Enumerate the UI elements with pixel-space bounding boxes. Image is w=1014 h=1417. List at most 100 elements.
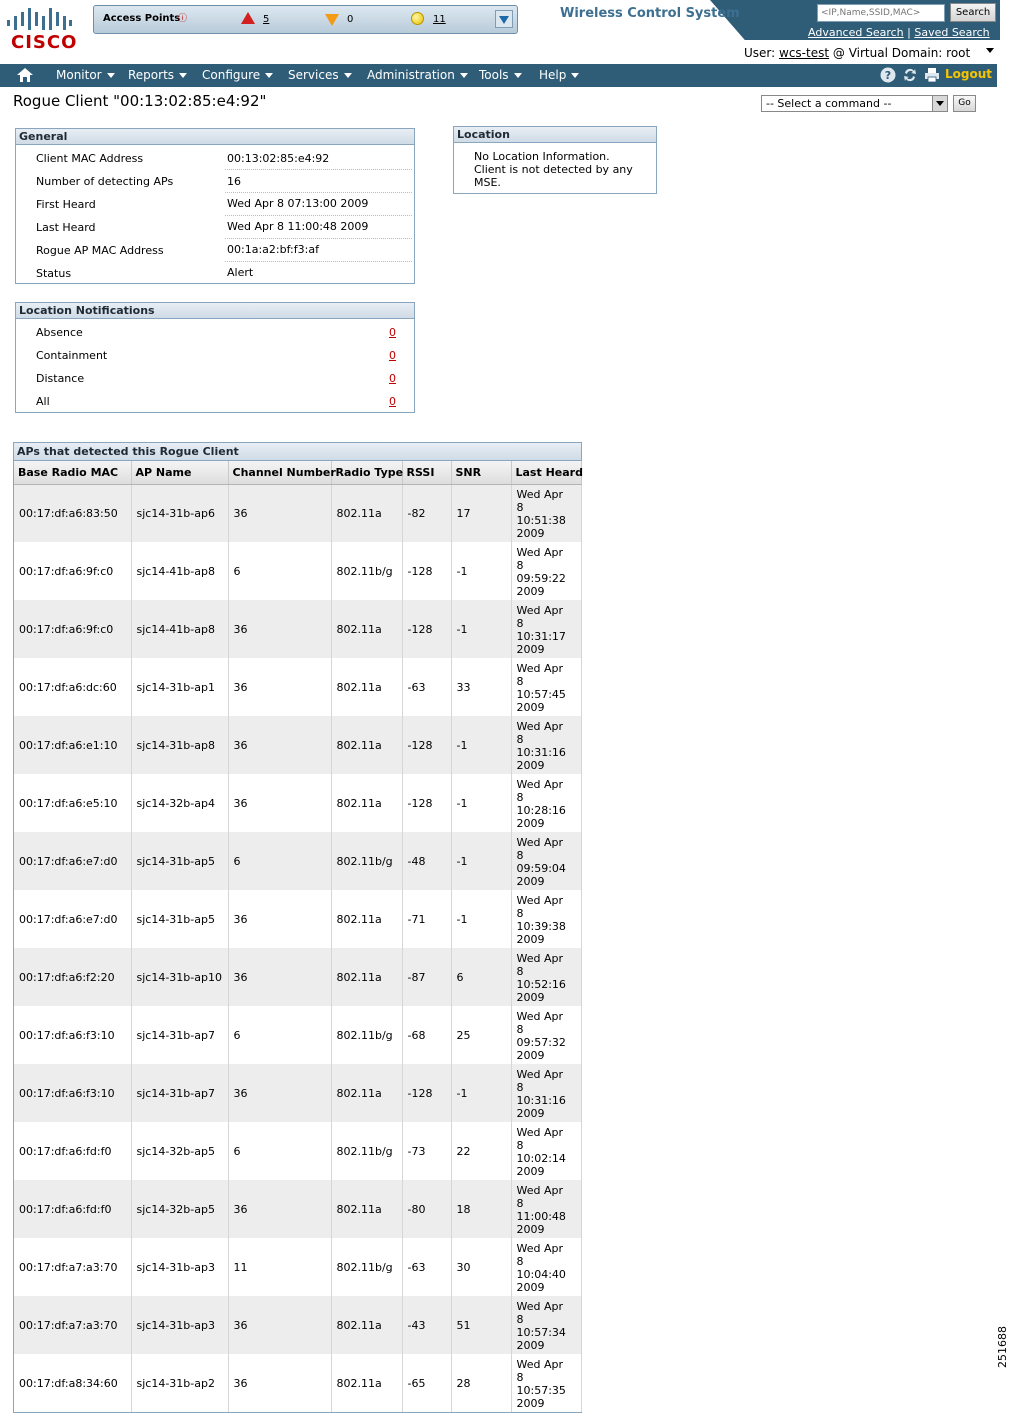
location-panel-title: Location <box>454 127 656 143</box>
table-row: 00:17:df:a6:fd:f0 sjc14-32b-ap5 36 802.11a -… <box>14 1180 582 1238</box>
cisco-logo[interactable]: CISCO <box>6 8 76 53</box>
search-button[interactable]: Search <box>950 3 996 22</box>
nav-tools-label: Tools <box>479 68 509 82</box>
cell-ap-name: sjc14-31b-ap6 <box>131 484 229 542</box>
header: CISCO Access Points ⓘ 5 0 11 Wireless Co… <box>0 0 1000 64</box>
figure-id: 251688 <box>996 1326 1009 1368</box>
cell-last-heard: Wed Apr 8 10:31:16 2009 <box>511 1064 582 1122</box>
last-heard-line: Wed Apr <box>516 719 564 733</box>
nav-tools[interactable]: Tools <box>479 68 522 82</box>
column-header-ap-name[interactable]: AP Name <box>131 461 229 485</box>
cell-radio-type: 802.11a <box>331 1354 403 1412</box>
column-header-radio-type[interactable]: Radio Type <box>331 461 403 485</box>
notification-count-link[interactable]: 0 <box>389 395 396 408</box>
last-heard-line: 8 <box>516 906 524 920</box>
command-select[interactable]: -- Select a command -- <box>761 95 948 112</box>
cell-last-heard: Wed Apr 8 10:28:16 2009 <box>511 774 582 832</box>
last-heard-line: Wed Apr <box>516 661 564 675</box>
cell-last-heard: Wed Apr 8 10:57:34 2009 <box>511 1296 582 1354</box>
table-header-row: Base Radio MAC AP Name Channel Number Ra… <box>14 461 583 485</box>
detecting-aps-table: Base Radio MAC AP Name Channel Number Ra… <box>14 461 583 1412</box>
saved-search-link[interactable]: Saved Search <box>914 26 989 39</box>
alarm-expand-icon[interactable] <box>495 10 513 28</box>
nav-monitor[interactable]: Monitor <box>56 68 115 82</box>
location-notifications-title: Location Notifications <box>16 303 414 319</box>
cell-base-radio-mac: 00:17:df:a7:a3:70 <box>14 1238 132 1296</box>
help-icon[interactable]: ? <box>880 67 896 83</box>
cell-rssi: -128 <box>402 600 452 658</box>
notification-count-link[interactable]: 0 <box>389 349 396 362</box>
last-heard-line: 2009 <box>516 1106 545 1120</box>
cell-rssi: -65 <box>402 1354 452 1412</box>
cell-snr: -1 <box>451 600 512 658</box>
last-heard-line: 8 <box>516 732 524 746</box>
general-label: Last Heard <box>36 221 96 234</box>
last-heard-line: 2009 <box>516 874 545 888</box>
critical-alarm-icon <box>241 12 255 24</box>
status-value: Alert <box>227 266 254 279</box>
column-header-rssi[interactable]: RSSI <box>402 461 452 485</box>
nav-configure[interactable]: Configure <box>202 68 274 82</box>
cell-rssi: -80 <box>402 1180 452 1238</box>
cell-snr: 18 <box>451 1180 512 1238</box>
chevron-down-icon <box>571 73 580 78</box>
chevron-down-icon <box>459 73 468 78</box>
notification-count-link[interactable]: 0 <box>389 326 396 339</box>
row-divider <box>225 215 412 216</box>
cell-ap-name: sjc14-31b-ap7 <box>131 1006 229 1064</box>
minor-count[interactable]: 11 <box>433 14 446 25</box>
user-name-link[interactable]: wcs-test <box>779 46 829 60</box>
cisco-bars-icon <box>7 8 72 30</box>
cell-snr: -1 <box>451 716 512 774</box>
logout-link[interactable]: Logout <box>945 67 992 81</box>
location-message: No Location Information. Client is not d… <box>474 150 633 189</box>
nav-services[interactable]: Services <box>288 68 352 82</box>
location-message-line: No Location Information. <box>474 150 610 163</box>
last-heard-line: 8 <box>516 848 524 862</box>
cisco-logo-text: CISCO <box>11 32 78 53</box>
refresh-icon[interactable] <box>902 67 918 83</box>
access-points-summary: Access Points ⓘ 5 0 11 <box>93 5 518 34</box>
cell-last-heard: Wed Apr 8 09:59:22 2009 <box>511 542 582 600</box>
advanced-search-link[interactable]: Advanced Search <box>808 26 904 39</box>
cell-last-heard: Wed Apr 8 10:02:14 2009 <box>511 1122 582 1180</box>
nav-configure-label: Configure <box>202 68 261 82</box>
last-heard-line: 8 <box>516 674 524 688</box>
last-heard-line: 11:00:48 <box>516 1209 566 1223</box>
column-header-snr[interactable]: SNR <box>451 461 512 485</box>
chevron-down-icon[interactable] <box>932 96 947 111</box>
user-info: User: wcs-test @ Virtual Domain: root <box>744 46 994 60</box>
row-divider <box>225 238 412 239</box>
last-heard-line: 8 <box>516 1080 524 1094</box>
cell-rssi: -73 <box>402 1122 452 1180</box>
virtual-domain-label: @ Virtual Domain: <box>832 46 943 60</box>
last-heard-line: Wed Apr <box>516 951 564 965</box>
last-heard-line: 2009 <box>516 1396 545 1410</box>
domain-dropdown-icon[interactable] <box>986 48 994 53</box>
print-icon[interactable] <box>924 67 940 83</box>
critical-count[interactable]: 5 <box>263 14 269 25</box>
cell-snr: 28 <box>451 1354 512 1412</box>
column-header-channel[interactable]: Channel Number <box>228 461 336 485</box>
table-row: 00:17:df:a6:fd:f0 sjc14-32b-ap5 6 802.11b/g… <box>14 1122 582 1180</box>
column-header-base-radio-mac[interactable]: Base Radio MAC <box>14 461 132 485</box>
cell-last-heard: Wed Apr 8 10:31:17 2009 <box>511 600 582 658</box>
nav-help[interactable]: Help <box>539 68 580 82</box>
cell-base-radio-mac: 00:17:df:a6:fd:f0 <box>14 1180 132 1238</box>
cell-channel: 36 <box>228 658 332 716</box>
cell-rssi: -128 <box>402 716 452 774</box>
nav-monitor-label: Monitor <box>56 68 102 82</box>
column-header-last-heard[interactable]: Last Heard <box>511 461 583 485</box>
cell-rssi: -87 <box>402 948 452 1006</box>
nav-reports[interactable]: Reports <box>128 68 188 82</box>
cell-base-radio-mac: 00:17:df:a7:a3:70 <box>14 1296 132 1354</box>
nav-administration[interactable]: Administration <box>367 68 468 82</box>
home-icon[interactable] <box>17 68 33 82</box>
go-button[interactable]: Go <box>953 95 976 112</box>
notification-count-link[interactable]: 0 <box>389 372 396 385</box>
cell-snr: 51 <box>451 1296 512 1354</box>
location-message-line: MSE. <box>474 176 501 189</box>
search-input[interactable] <box>817 4 945 22</box>
general-value: 16 <box>227 175 241 188</box>
info-icon[interactable]: ⓘ <box>178 11 187 24</box>
